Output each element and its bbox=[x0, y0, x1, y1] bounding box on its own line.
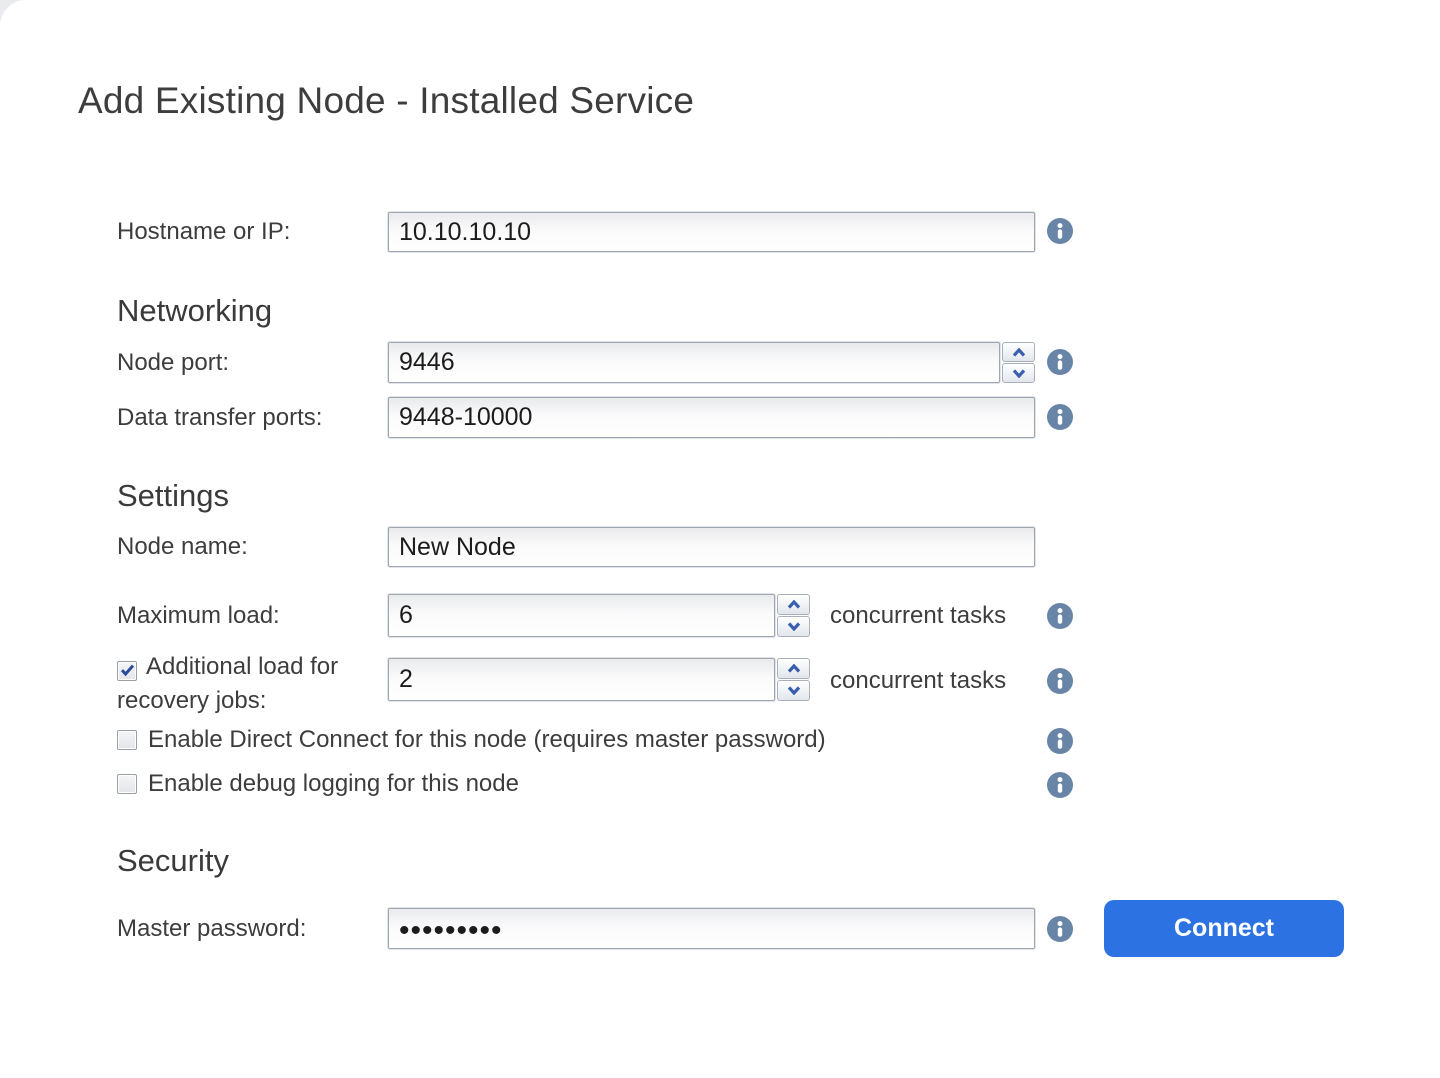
chevron-up-icon bbox=[1012, 345, 1026, 360]
info-icon[interactable] bbox=[1047, 668, 1073, 694]
spinner-down-button[interactable] bbox=[777, 616, 810, 637]
connect-button[interactable]: Connect bbox=[1104, 900, 1344, 957]
info-icon[interactable] bbox=[1047, 603, 1073, 629]
recovery-load-field bbox=[388, 658, 810, 701]
info-icon[interactable] bbox=[1047, 218, 1073, 244]
chevron-down-icon bbox=[1012, 366, 1026, 381]
max-load-input-box bbox=[388, 594, 775, 637]
spinner-up-button[interactable] bbox=[1002, 342, 1035, 362]
max-load-field bbox=[388, 594, 810, 637]
info-icon[interactable] bbox=[1047, 349, 1073, 375]
master-password-field bbox=[388, 908, 1035, 949]
data-ports-input-box bbox=[388, 397, 1035, 438]
node-name-field bbox=[388, 527, 1035, 567]
chevron-down-icon bbox=[787, 619, 801, 634]
data-ports-label: Data transfer ports: bbox=[117, 403, 322, 433]
info-icon[interactable] bbox=[1047, 728, 1073, 754]
recovery-load-spinner bbox=[777, 658, 810, 701]
recovery-load-input-box bbox=[388, 658, 775, 701]
recovery-load-input[interactable] bbox=[389, 665, 774, 694]
debug-logging-checkbox-row: Enable debug logging for this node bbox=[117, 770, 519, 798]
master-password-input[interactable] bbox=[389, 910, 1034, 948]
max-load-input[interactable] bbox=[389, 601, 774, 630]
data-ports-input[interactable] bbox=[389, 403, 1034, 432]
section-heading-security: Security bbox=[117, 843, 229, 879]
chevron-down-icon bbox=[787, 683, 801, 698]
checkmark-icon bbox=[120, 664, 135, 677]
node-name-input[interactable] bbox=[389, 533, 1034, 562]
node-name-label: Node name: bbox=[117, 532, 248, 562]
direct-connect-checkbox-row: Enable Direct Connect for this node (req… bbox=[117, 726, 826, 754]
master-password-label: Master password: bbox=[117, 914, 306, 944]
page-title: Add Existing Node - Installed Service bbox=[78, 80, 694, 122]
master-password-input-box bbox=[388, 908, 1035, 949]
node-name-input-box bbox=[388, 527, 1035, 567]
node-port-input-box bbox=[388, 342, 1000, 383]
recovery-load-checkbox[interactable] bbox=[117, 661, 137, 681]
info-icon[interactable] bbox=[1047, 916, 1073, 942]
hostname-input[interactable] bbox=[389, 218, 1034, 247]
spinner-up-button[interactable] bbox=[777, 594, 810, 615]
max-load-suffix: concurrent tasks bbox=[830, 603, 1006, 629]
direct-connect-checkbox[interactable] bbox=[117, 730, 137, 750]
direct-connect-label: Enable Direct Connect for this node (req… bbox=[148, 726, 826, 754]
info-icon[interactable] bbox=[1047, 772, 1073, 798]
hostname-input-box bbox=[388, 212, 1035, 252]
hostname-field bbox=[388, 212, 1035, 252]
add-existing-node-dialog: Add Existing Node - Installed Service Ho… bbox=[0, 0, 1440, 1078]
node-port-spinner bbox=[1002, 342, 1035, 383]
node-port-field bbox=[388, 342, 1035, 383]
debug-logging-checkbox[interactable] bbox=[117, 774, 137, 794]
chevron-up-icon bbox=[787, 661, 801, 676]
info-icon[interactable] bbox=[1047, 404, 1073, 430]
recovery-load-suffix: concurrent tasks bbox=[830, 668, 1006, 694]
debug-logging-label: Enable debug logging for this node bbox=[148, 770, 519, 798]
node-port-input[interactable] bbox=[389, 348, 999, 377]
spinner-up-button[interactable] bbox=[777, 658, 810, 679]
section-heading-networking: Networking bbox=[117, 293, 272, 329]
section-heading-settings: Settings bbox=[117, 478, 229, 514]
data-ports-field bbox=[388, 397, 1035, 438]
recovery-load-label: Additional load for recovery jobs: bbox=[117, 653, 338, 714]
recovery-load-checkbox-row: Additional load for recovery jobs: bbox=[117, 650, 385, 718]
hostname-label: Hostname or IP: bbox=[117, 217, 290, 247]
chevron-up-icon bbox=[787, 597, 801, 612]
spinner-down-button[interactable] bbox=[777, 680, 810, 701]
node-port-label: Node port: bbox=[117, 348, 229, 378]
spinner-down-button[interactable] bbox=[1002, 363, 1035, 383]
max-load-label: Maximum load: bbox=[117, 601, 280, 631]
max-load-spinner bbox=[777, 594, 810, 637]
